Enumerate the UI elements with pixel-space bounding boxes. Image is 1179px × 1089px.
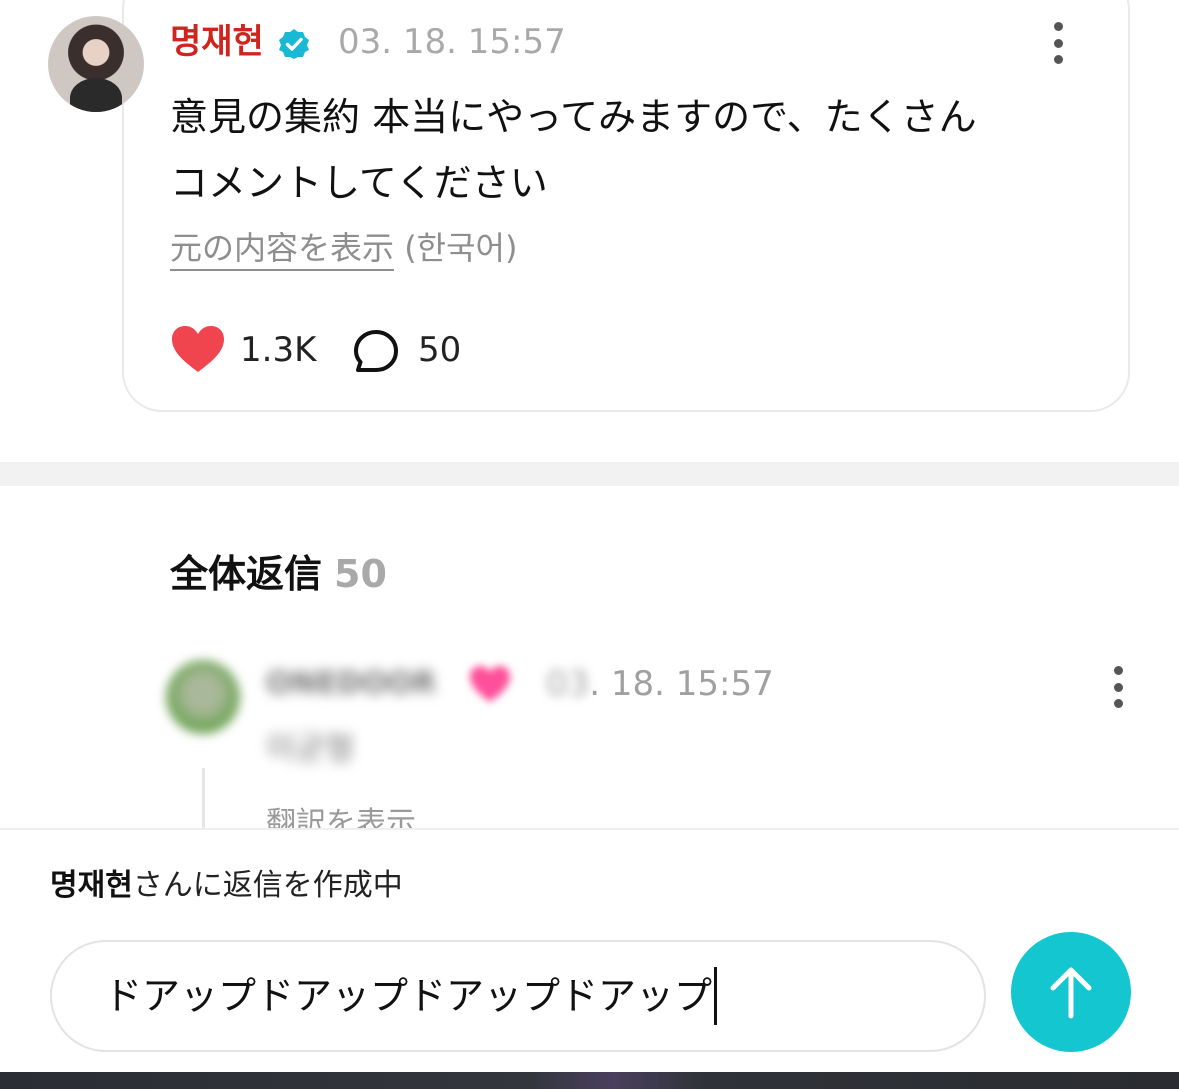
show-original-label[interactable]: 元の内容を表示: [170, 229, 395, 271]
replying-to-label: 명재현さんに返信を作成中: [50, 864, 403, 908]
section-divider: [0, 462, 1179, 486]
post-text: 意見の集約 本当にやってみますので、たくさん コメントしてください: [170, 95, 977, 205]
reply-input[interactable]: ドアップドアップドアップドアップ: [50, 940, 986, 1052]
reply-timestamp-suffix: . 18. 15:57: [589, 664, 774, 704]
reply-input-text[interactable]: ドアップドアップドアップドアップ: [104, 971, 712, 1021]
reply-timestamp-prefix: 03: [546, 664, 590, 704]
send-button[interactable]: [1011, 932, 1131, 1052]
more-vertical-icon[interactable]: [1106, 666, 1130, 708]
thread-line: [202, 768, 205, 830]
arrow-up-icon: [1050, 967, 1092, 1019]
show-translation-link[interactable]: 翻訳を表示: [266, 802, 416, 830]
keyboard-edge: [0, 1072, 1179, 1089]
reply-avatar[interactable]: [166, 660, 240, 734]
like-count: 1.3K: [240, 330, 317, 370]
replies-count: 50: [334, 552, 387, 596]
verified-badge-icon: [279, 29, 309, 59]
author-avatar[interactable]: [48, 16, 144, 112]
comment-bubble-icon[interactable]: [352, 328, 400, 374]
replies-title: 全体返信: [170, 552, 323, 596]
list-item: ONEDOOR 03. 18. 15:57 이균형 翻訳を表示: [0, 640, 1179, 830]
reply-author-name[interactable]: ONEDOOR: [266, 662, 436, 706]
post-author-name[interactable]: 명재현: [170, 20, 264, 64]
replying-to-suffix: さんに返信を作成中: [132, 868, 403, 903]
more-vertical-icon[interactable]: [1046, 22, 1070, 64]
comment-count: 50: [418, 330, 462, 370]
original-language: (한국어): [404, 229, 518, 267]
heart-icon: [470, 666, 510, 702]
heart-icon[interactable]: [170, 324, 226, 374]
text-caret: [714, 967, 718, 1025]
reply-timestamp: 03. 18. 15:57: [546, 662, 774, 706]
post-timestamp: 03. 18. 15:57: [338, 22, 566, 62]
replies-header: 全体返信 50: [170, 548, 387, 600]
replying-to-name: 명재현: [50, 868, 133, 903]
show-original-link[interactable]: 元の内容を表示 (한국어): [170, 226, 518, 271]
reply-text: 이균형: [266, 729, 355, 767]
reply-composer: 명재현さんに返信を作成中 ドアップドアップドアップドアップ: [0, 828, 1179, 1072]
